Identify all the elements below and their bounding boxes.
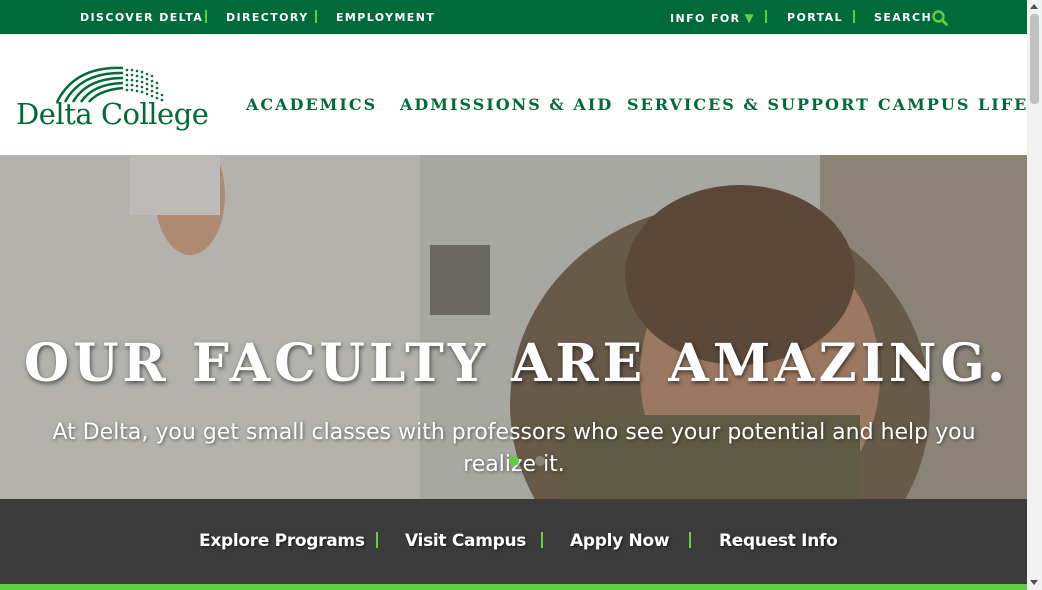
hero-headline: OUR FACULTY ARE AMAZING. xyxy=(23,333,1010,394)
scroll-thumb[interactable] xyxy=(1030,14,1039,104)
divider xyxy=(541,532,543,548)
hero-banner: OUR FACULTY ARE AMAZING. At Delta, you g… xyxy=(0,155,1027,499)
nav-admissions-aid[interactable]: ADMISSIONS & AID xyxy=(400,95,613,114)
scroll-up-icon[interactable] xyxy=(1030,4,1038,9)
divider xyxy=(689,532,691,548)
portal-link[interactable]: PORTAL xyxy=(787,11,843,25)
delta-college-logo[interactable]: Delta College xyxy=(15,64,211,136)
scrollbar[interactable] xyxy=(1027,0,1042,590)
accent-strip xyxy=(0,584,1027,590)
logo-wordmark: Delta College xyxy=(16,97,209,131)
divider xyxy=(315,10,317,23)
nav-campus-life[interactable]: CAMPUS LIFE xyxy=(878,95,1028,114)
info-for-label: INFO FOR xyxy=(670,12,741,25)
search-icon[interactable] xyxy=(931,9,949,27)
employment-link[interactable]: EMPLOYMENT xyxy=(336,11,435,25)
nav-services-support[interactable]: SERVICES & SUPPORT xyxy=(627,95,870,114)
visit-campus-link[interactable]: Visit Campus xyxy=(405,531,526,551)
divider xyxy=(376,532,378,548)
apply-now-link[interactable]: Apply Now xyxy=(570,531,670,551)
divider xyxy=(853,10,855,23)
divider xyxy=(765,10,767,23)
hero-subtitle: At Delta, you get small classes with pro… xyxy=(52,420,976,477)
utility-bar: DISCOVER DELTA DIRECTORY EMPLOYMENT INFO… xyxy=(0,0,1027,34)
info-for-dropdown[interactable]: INFO FOR ▼ xyxy=(670,11,755,26)
nav-academics[interactable]: ACADEMICS xyxy=(246,95,377,114)
explore-programs-link[interactable]: Explore Programs xyxy=(199,531,365,551)
scroll-down-icon[interactable] xyxy=(1030,580,1038,585)
search-link[interactable]: SEARCH xyxy=(874,11,932,25)
cta-bar: Explore Programs Visit Campus Apply Now … xyxy=(0,499,1027,584)
site-header: Delta College ACADEMICS ADMISSIONS & AID… xyxy=(0,34,1027,155)
slide-dot-active[interactable] xyxy=(509,456,519,466)
divider xyxy=(205,10,207,23)
slide-dot[interactable] xyxy=(535,456,545,466)
discover-delta-link[interactable]: DISCOVER DELTA xyxy=(80,11,203,25)
request-info-link[interactable]: Request Info xyxy=(719,531,838,551)
directory-link[interactable]: DIRECTORY xyxy=(226,11,309,25)
caret-down-icon: ▼ xyxy=(744,11,756,25)
